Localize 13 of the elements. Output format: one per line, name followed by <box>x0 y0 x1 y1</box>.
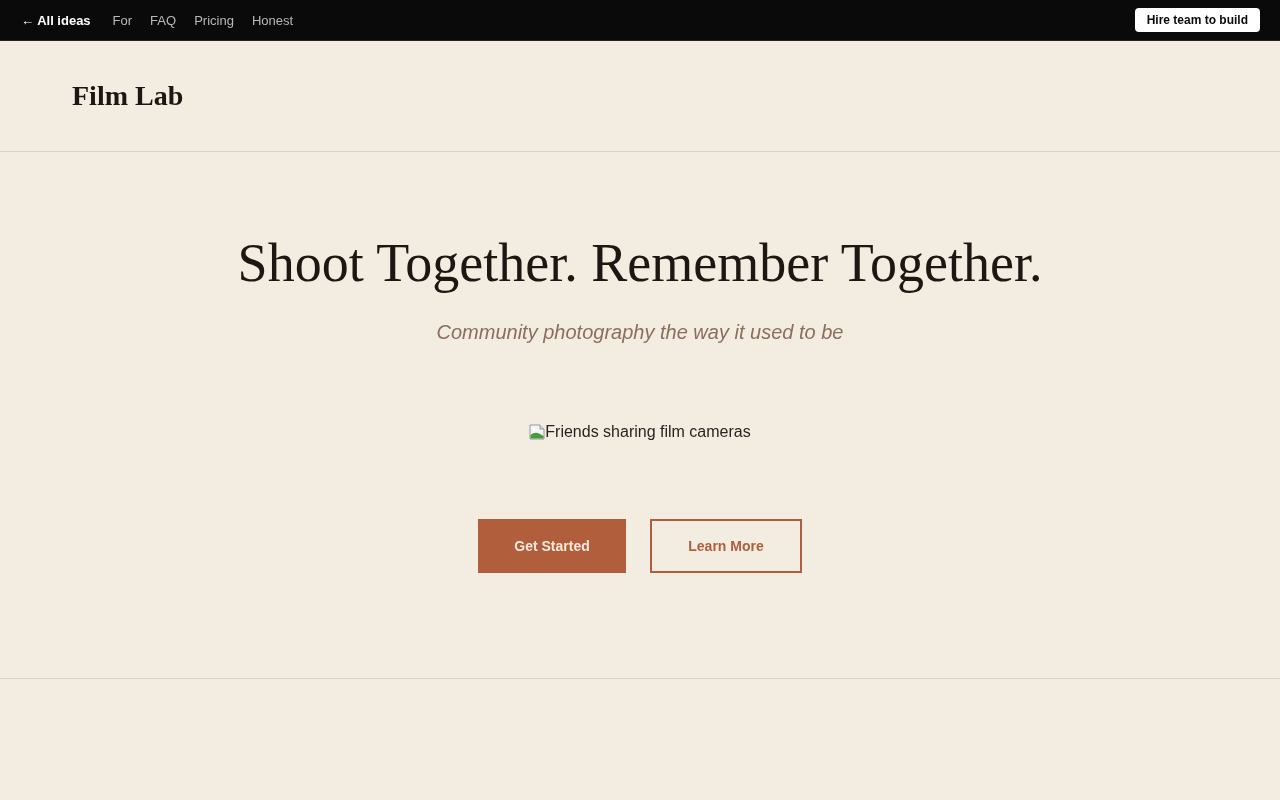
broken-image-icon <box>529 424 546 440</box>
hire-button[interactable]: Hire team to build <box>1134 8 1260 32</box>
image-alt-text: Friends sharing film cameras <box>545 423 751 441</box>
hero-title: Shoot Together. Remember Together. <box>237 232 1043 295</box>
secondary-button[interactable]: Learn More <box>650 519 802 573</box>
hero-subtitle: Community photography the way it used to be <box>436 320 844 345</box>
nav-link[interactable]: Honest <box>251 12 294 28</box>
nav-link[interactable]: FAQ <box>150 12 177 28</box>
nav-link[interactable]: Pricing <box>194 12 234 28</box>
nav-link[interactable]: For <box>112 12 133 28</box>
primary-button[interactable]: Get Started <box>478 519 626 573</box>
site-logo[interactable]: Film Lab <box>72 80 184 112</box>
back-link[interactable]: ← All ideas <box>21 12 91 28</box>
